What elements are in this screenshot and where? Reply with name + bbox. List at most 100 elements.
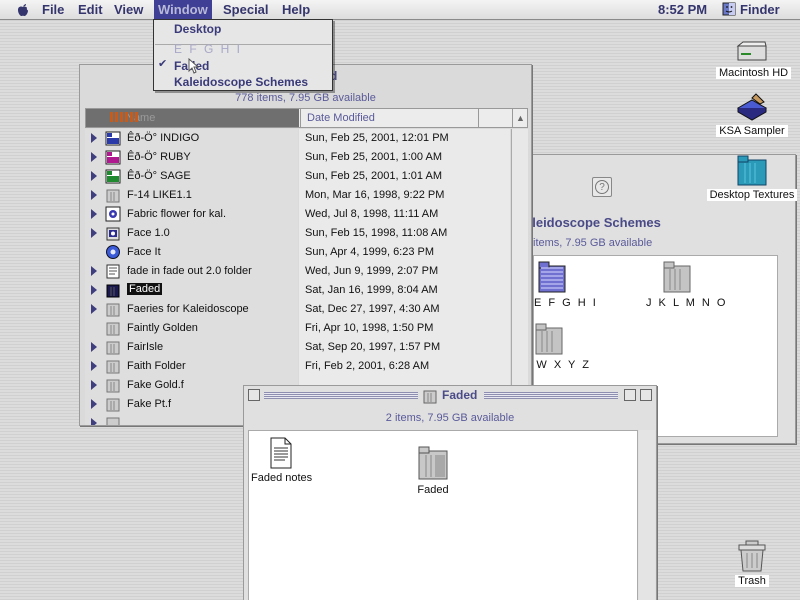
date-cell: Sun, Apr 4, 1999, 6:23 PM: [299, 243, 510, 262]
help-button[interactable]: ?: [592, 177, 612, 197]
color-scheme-icon: [105, 169, 121, 184]
disclosure-triangle-icon[interactable]: [91, 342, 97, 352]
name-cell: Êð-Ö° RUBY: [85, 148, 298, 167]
desktop-icon-label: Desktop Textures: [706, 189, 798, 201]
desktop-icon-macintosh-hd[interactable]: Macintosh HD: [716, 40, 792, 79]
window-menu-item-kaleidoscope-schemes[interactable]: Kaleidoscope Schemes: [174, 75, 308, 89]
table-row[interactable]: Faintly Golden Fri, Apr 10, 1998, 1:50 P…: [85, 319, 510, 338]
disclosure-triangle-icon[interactable]: [91, 266, 97, 276]
date-cell: Sun, Feb 25, 2001, 1:01 AM: [299, 167, 510, 186]
faded-folder-window[interactable]: Faded 2 items, 7.95 GB available Faded n…: [243, 385, 657, 600]
table-row[interactable]: F-14 LIKE1.1 Mon, Mar 16, 1998, 9:22 PM: [85, 186, 510, 205]
close-box-button[interactable]: [248, 389, 260, 401]
date-cell: Wed, Jul 8, 1998, 11:11 AM: [299, 205, 510, 224]
scrolled-row-fragment: [110, 112, 140, 122]
file-name: Faded: [127, 283, 163, 295]
menu-clock[interactable]: 8:52 PM: [658, 2, 707, 17]
window-content[interactable]: Faded notes Faded: [248, 430, 638, 600]
date-cell: Sat, Dec 27, 1997, 4:30 AM: [299, 300, 510, 319]
file-name: Faith Folder: [127, 360, 186, 372]
column-header-date-modified[interactable]: Date Modified: [300, 109, 478, 127]
disclosure-triangle-icon[interactable]: [91, 399, 97, 409]
desktop-icon-trash[interactable]: Trash: [726, 540, 778, 587]
document-item[interactable]: Faded notes: [251, 437, 312, 484]
folder-icon: [106, 341, 120, 355]
table-row[interactable]: FairIsle Sat, Sep 20, 1997, 1:57 PM: [85, 338, 510, 357]
disclosure-triangle-icon[interactable]: [91, 209, 97, 219]
table-row[interactable]: Face It Sun, Apr 4, 1999, 6:23 PM: [85, 243, 510, 262]
disclosure-triangle-icon[interactable]: [91, 228, 97, 238]
application-menu[interactable]: Finder: [722, 2, 780, 17]
name-cell: Faeries for Kaleidoscope: [85, 300, 298, 319]
vertical-scrollbar[interactable]: [639, 430, 655, 600]
menu-special[interactable]: Special: [223, 2, 269, 17]
disclosure-triangle-icon[interactable]: [91, 171, 97, 181]
menu-file[interactable]: File: [42, 2, 64, 17]
name-cell: FairIsle: [85, 338, 298, 357]
folder-item[interactable]: Faded: [409, 445, 457, 496]
disclosure-triangle-icon[interactable]: [91, 304, 97, 314]
desktop-icon-label: Macintosh HD: [716, 67, 792, 79]
disclosure-triangle-icon[interactable]: [91, 418, 97, 425]
disclosure-triangle-icon[interactable]: [91, 190, 97, 200]
desktop-icon-ksa-sampler[interactable]: KSA Sampler: [716, 92, 788, 137]
vertical-scrollbar[interactable]: [511, 129, 528, 425]
table-row-selected[interactable]: Faded Sat, Jan 16, 1999, 8:04 AM: [85, 281, 510, 300]
date-cell: Sat, Sep 20, 1997, 1:57 PM: [299, 338, 510, 357]
table-row[interactable]: Face 1.0 Sun, Feb 15, 1998, 11:08 AM: [85, 224, 510, 243]
collapse-box-button[interactable]: [640, 389, 652, 401]
date-cell: Mon, Mar 16, 1998, 9:22 PM: [299, 186, 510, 205]
disclosure-triangle-icon[interactable]: [91, 152, 97, 162]
apple-menu-icon[interactable]: [16, 3, 30, 17]
list-header: Name Date Modified ▲: [85, 108, 528, 128]
list-view-window[interactable]: d 778 items, 7.95 GB available Name Date…: [79, 64, 594, 426]
folder-efghi[interactable]: E F G H I: [534, 260, 596, 309]
table-row[interactable]: Êð-Ö° INDIGO Sun, Feb 25, 2001, 12:01 PM: [85, 129, 510, 148]
color-scheme-icon: [105, 150, 121, 165]
name-cell: Faith Folder: [85, 357, 298, 376]
column-header-extra[interactable]: [478, 109, 512, 127]
dark-folder-icon: [106, 284, 120, 298]
date-cell: Fri, Feb 2, 2001, 6:28 AM: [299, 357, 510, 376]
table-row[interactable]: Faith Folder Fri, Feb 2, 2001, 6:28 AM: [85, 357, 510, 376]
menu-view[interactable]: View: [114, 2, 143, 17]
window-menu-item-efghi[interactable]: E F G H I: [174, 42, 242, 56]
window-menu-item-desktop[interactable]: Desktop: [174, 22, 221, 36]
title-bar[interactable]: Faded: [244, 386, 656, 405]
file-name: Fake Gold.f: [127, 379, 184, 391]
name-cell: Faded: [85, 281, 298, 300]
name-cell: Face 1.0: [85, 224, 298, 243]
window-info: 2 items, 7.95 GB available: [385, 412, 515, 424]
table-row[interactable]: Êð-Ö° SAGE Sun, Feb 25, 2001, 1:01 AM: [85, 167, 510, 186]
disclosure-triangle-icon[interactable]: [91, 361, 97, 371]
menu-window[interactable]: Window: [154, 0, 212, 20]
folder-icon: [418, 446, 448, 480]
table-row[interactable]: Fabric flower for kal. Wed, Jul 8, 1998,…: [85, 205, 510, 224]
table-row[interactable]: Faeries for Kaleidoscope Sat, Dec 27, 19…: [85, 300, 510, 319]
date-cell: Sun, Feb 15, 1998, 11:08 AM: [299, 224, 510, 243]
folder-jklmno[interactable]: J K L M N O: [646, 260, 726, 309]
file-name: fade in fade out 2.0 folder: [127, 265, 252, 277]
color-scheme-icon: [105, 131, 121, 146]
folder-icon: [535, 323, 563, 355]
picture-folder-icon: [105, 206, 121, 222]
title-bar-stripes: [484, 392, 618, 399]
application-name: Finder: [740, 2, 780, 17]
disclosure-triangle-icon[interactable]: [91, 285, 97, 295]
menu-help[interactable]: Help: [282, 2, 310, 17]
disclosure-triangle-icon[interactable]: [91, 380, 97, 390]
table-row[interactable]: Êð-Ö° RUBY Sun, Feb 25, 2001, 1:00 AM: [85, 148, 510, 167]
menu-edit[interactable]: Edit: [78, 2, 103, 17]
disclosure-triangle-icon[interactable]: [91, 133, 97, 143]
desktop-icon-label: Trash: [735, 575, 769, 587]
date-cell: Sun, Feb 25, 2001, 1:00 AM: [299, 148, 510, 167]
file-list[interactable]: Êð-Ö° INDIGO Sun, Feb 25, 2001, 12:01 PM…: [85, 129, 510, 425]
desktop-icon-label: KSA Sampler: [716, 125, 788, 137]
desktop-icon-desktop-textures[interactable]: Desktop Textures: [704, 154, 800, 201]
table-row[interactable]: fade in fade out 2.0 folder Wed, Jun 9, …: [85, 262, 510, 281]
file-name: Face It: [127, 246, 161, 258]
sort-direction-button[interactable]: ▲: [512, 109, 528, 127]
file-name: Fabric flower for kal.: [127, 208, 227, 220]
zoom-box-button[interactable]: [624, 389, 636, 401]
folder-icon: [663, 261, 691, 293]
